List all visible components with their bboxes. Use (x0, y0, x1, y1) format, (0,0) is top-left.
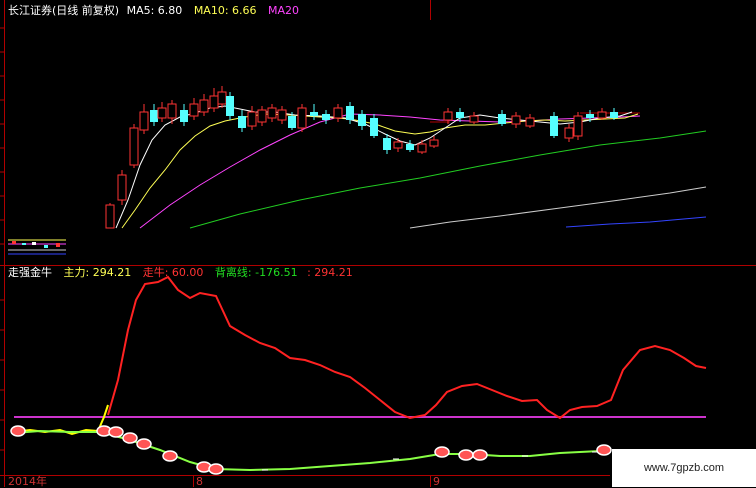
candle-up (157, 107, 167, 119)
candle-up (247, 111, 257, 127)
candle-up (209, 95, 219, 109)
ma10-label: MA10: 6.66 (193, 4, 257, 17)
candle-up (199, 99, 209, 113)
candle-down (406, 144, 414, 150)
candle-down (226, 96, 234, 116)
red-white-ball-icon (108, 426, 124, 438)
bull-line (13, 404, 109, 436)
red-white-ball-icon (434, 446, 450, 458)
candle-up (267, 107, 277, 119)
candle-up (277, 109, 287, 121)
main-force-line (107, 275, 707, 420)
candle-down (610, 112, 618, 118)
candle-down (370, 118, 378, 136)
candle-down (322, 114, 330, 120)
candle-down (288, 116, 296, 128)
candle-up (429, 139, 439, 147)
candle-up (443, 111, 453, 121)
mini-candles (8, 239, 66, 255)
ma250-line (565, 216, 707, 228)
red-white-ball-icon (208, 463, 224, 475)
candle-down (180, 110, 188, 122)
watermark: www.7gpzb.com (612, 449, 756, 487)
candle-up (525, 117, 535, 127)
main-force-label: 主力: 294.21 (63, 266, 132, 279)
candle-up (297, 107, 307, 129)
candle-up (139, 111, 149, 131)
stock-chart-canvas[interactable] (0, 0, 756, 487)
candle-up (564, 127, 574, 139)
bottom-panel-header: 走强金牛 主力: 294.21 走牛: 60.00 背离线: -176.51 :… (8, 266, 353, 279)
red-white-ball-icon (596, 444, 612, 456)
candle-up (105, 204, 115, 229)
candle-up (597, 111, 607, 119)
ma5-label: MA5: 6.80 (126, 4, 183, 17)
red-white-ball-icon (162, 450, 178, 462)
candle-down (586, 114, 594, 118)
watermark-text: www.7gpzb.com (643, 462, 725, 474)
candle-down (550, 116, 558, 136)
candle-up (129, 127, 139, 166)
extra-value-label: : 294.21 (307, 266, 353, 279)
candle-down (238, 116, 246, 128)
candle-up (167, 103, 177, 119)
bull-label: 走牛: 60.00 (142, 266, 204, 279)
x-axis-year-label: 2014年 (8, 475, 47, 488)
red-white-ball-icon (472, 449, 488, 461)
red-white-ball-icon (10, 425, 26, 437)
divergence-label: 背离线: -176.51 (214, 266, 298, 279)
candle-up (257, 109, 267, 123)
stock-title: 长江证券(日线 前复权) (8, 4, 120, 17)
candle-down (346, 106, 354, 120)
ma120-line (409, 186, 707, 229)
y-axis-ticks (0, 27, 4, 451)
candle-up (189, 103, 199, 117)
x-axis-month-9: 9 (433, 475, 440, 488)
candle-up (393, 141, 403, 149)
red-white-ball-icon (458, 449, 474, 461)
x-axis-month-8: 8 (196, 475, 203, 488)
bottom-trend-line (13, 429, 610, 472)
candle-up (573, 115, 583, 137)
candle-down (456, 112, 464, 118)
top-panel-header: 长江证券(日线 前复权) MA5: 6.80 MA10: 6.66 MA20 (8, 4, 299, 17)
candlestick-series (105, 86, 618, 229)
candle-up (217, 91, 227, 105)
ma20-label: MA20 (268, 4, 300, 17)
candle-down (383, 138, 391, 150)
ma60-line (189, 130, 707, 229)
indicator-name: 走强金牛 (8, 266, 52, 279)
candle-up (333, 107, 343, 119)
candle-up (117, 174, 127, 201)
red-white-ball-icon (136, 438, 152, 450)
candle-down (150, 110, 158, 122)
candle-up (511, 115, 521, 125)
candle-up (417, 143, 427, 153)
candle-down (498, 114, 506, 124)
red-white-ball-icon (122, 432, 138, 444)
candle-down (310, 112, 318, 116)
chart-frame (0, 0, 756, 487)
candle-up (469, 115, 479, 123)
candle-down (358, 114, 366, 126)
